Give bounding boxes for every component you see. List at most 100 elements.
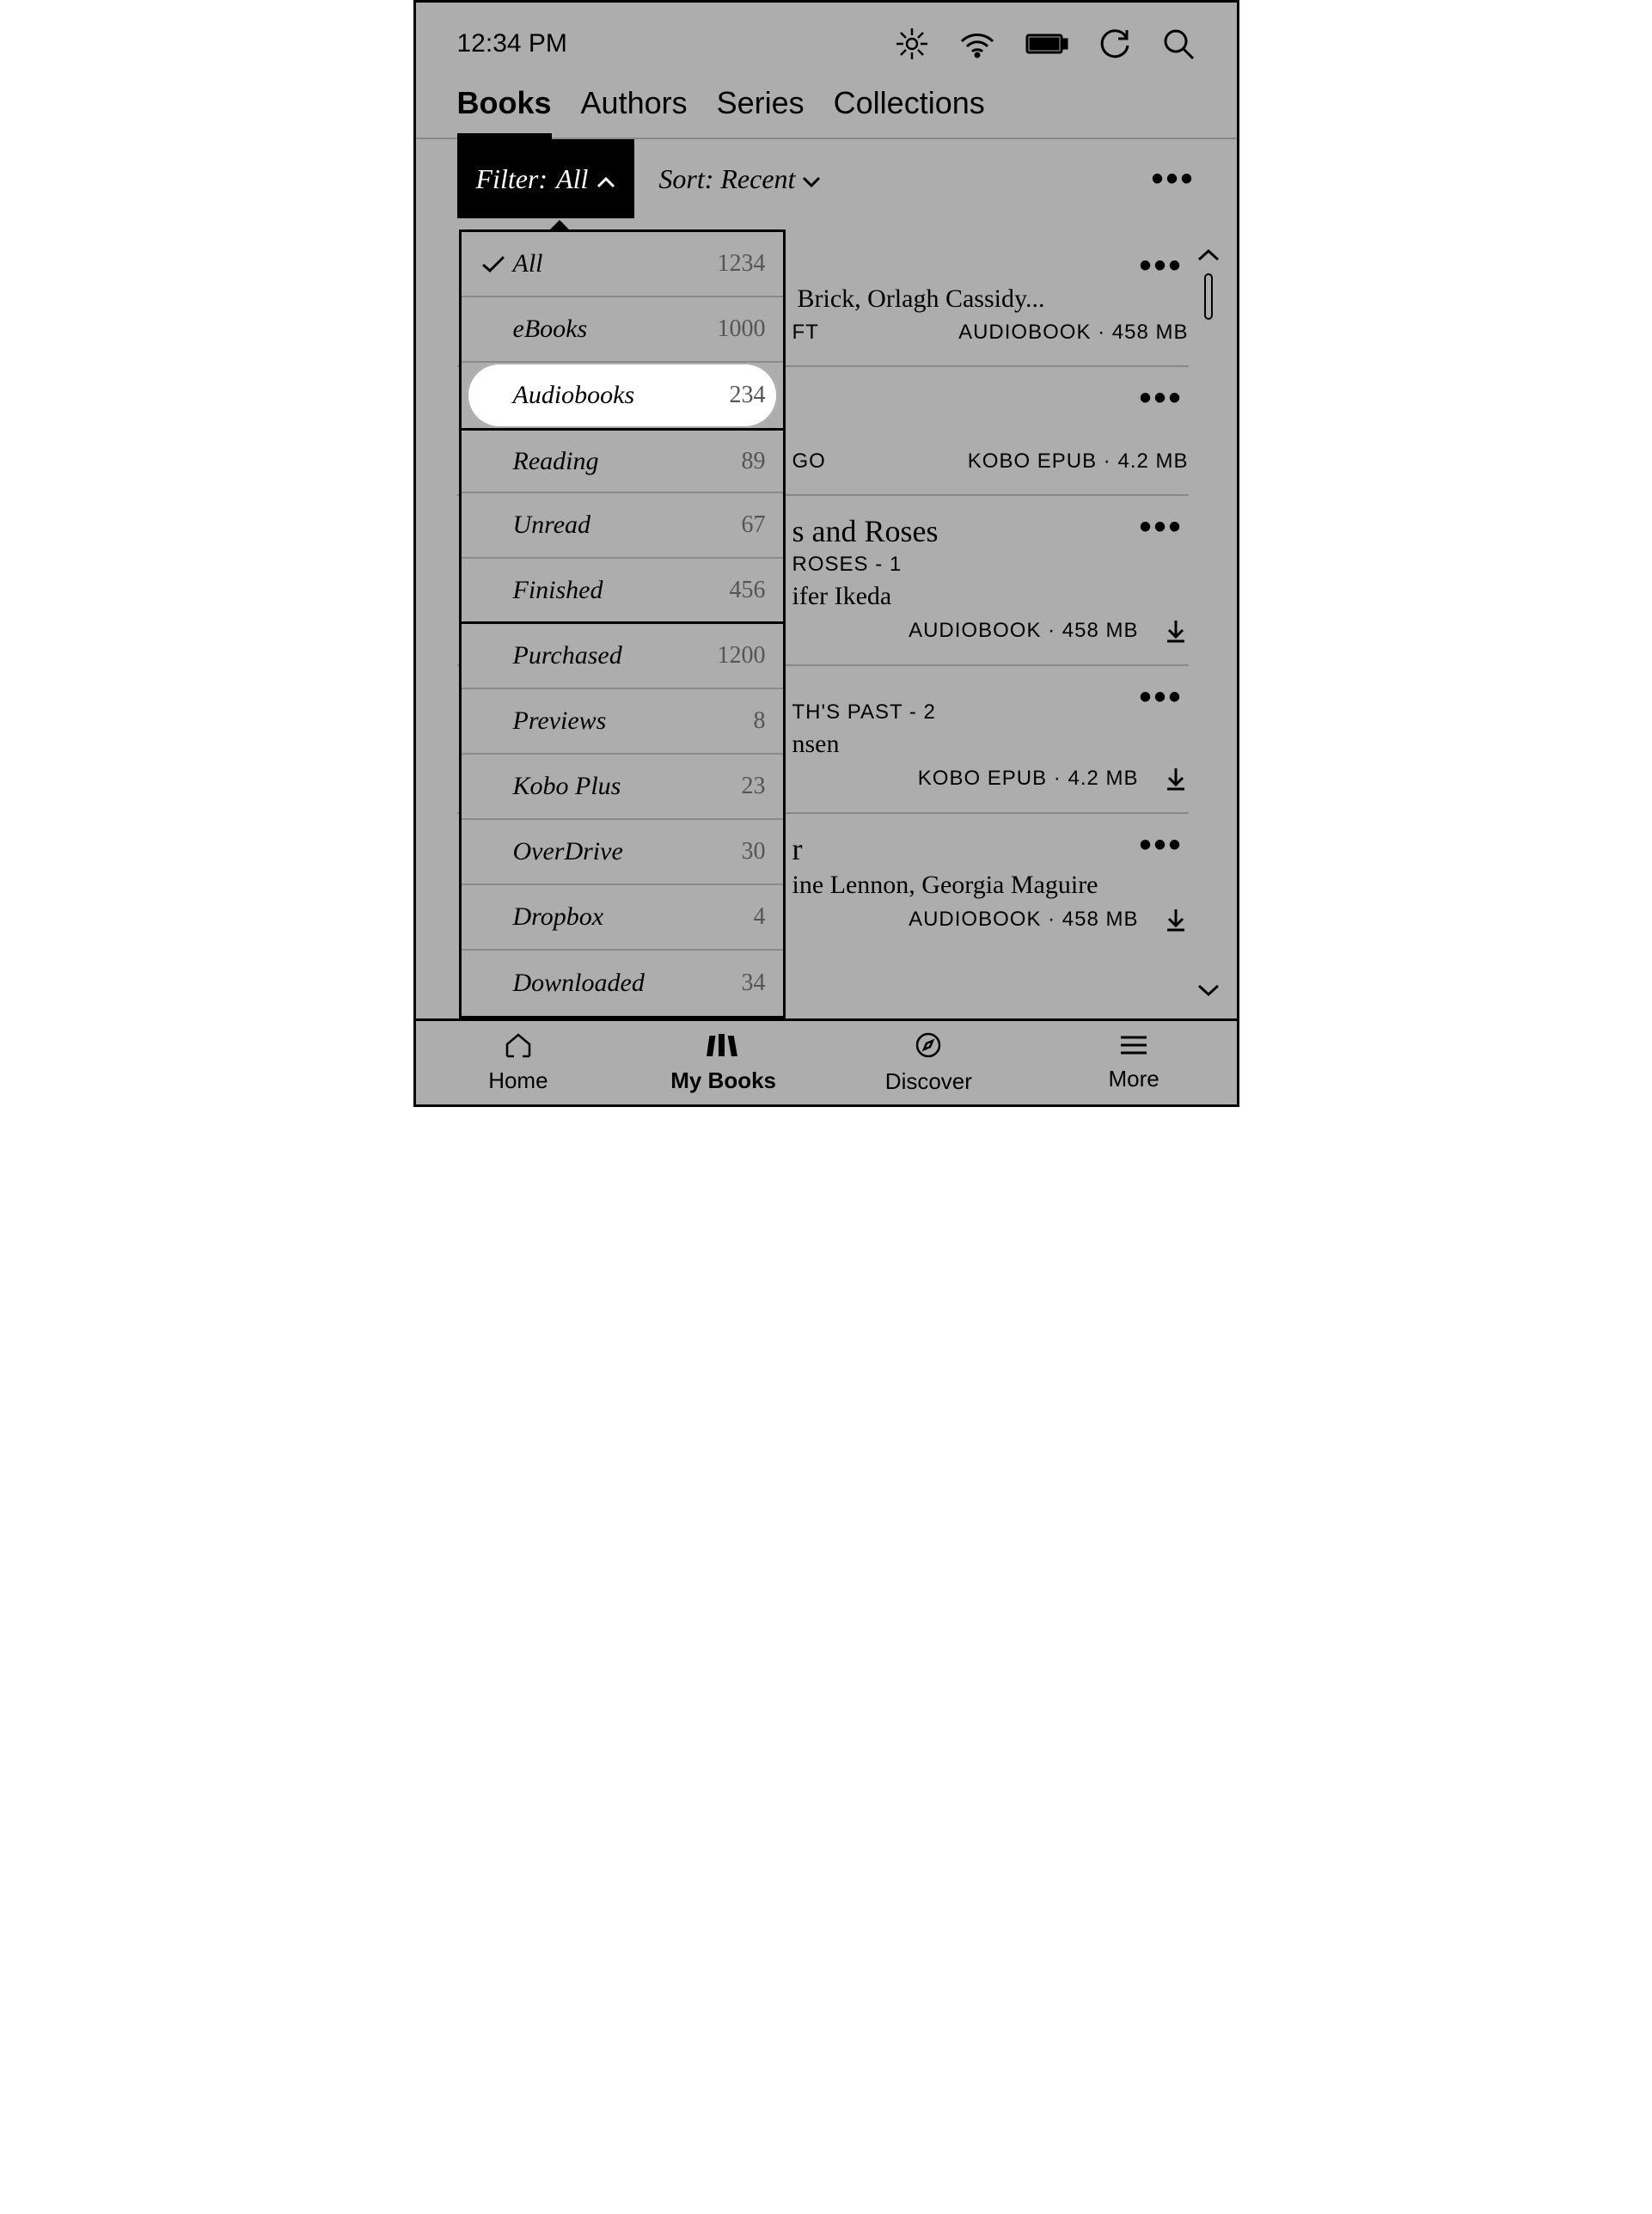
nav-label: More xyxy=(1109,1066,1159,1092)
filter-prefix: Filter: xyxy=(476,163,548,195)
row-title: r xyxy=(792,831,1189,867)
scroll-thumb[interactable] xyxy=(1204,273,1213,320)
check-icon xyxy=(474,254,513,274)
toolbar-more-button[interactable]: ••• xyxy=(1151,160,1195,199)
filter-option-label: Audiobooks xyxy=(513,381,730,410)
sort-value: Recent xyxy=(720,163,795,195)
library-tabs: Books Authors Series Collections xyxy=(416,76,1237,139)
row-title: s and Roses xyxy=(792,513,1189,549)
filter-option-finished[interactable]: Finished456 xyxy=(462,559,783,624)
chevron-down-icon xyxy=(802,163,821,195)
tab-books[interactable]: Books xyxy=(457,85,552,139)
tab-collections[interactable]: Collections xyxy=(834,85,985,138)
sort-prefix: Sort: xyxy=(658,163,713,195)
status-bar: 12:34 PM xyxy=(416,3,1237,76)
filter-option-count: 89 xyxy=(742,448,766,475)
row-right-meta: AUDIOBOOK · 458 MB xyxy=(909,619,1138,643)
chevron-up-icon xyxy=(597,163,615,195)
filter-option-dropbox[interactable]: Dropbox4 xyxy=(462,885,783,951)
tab-series[interactable]: Series xyxy=(717,85,805,138)
row-left-meta: FT xyxy=(792,321,819,345)
sort-button[interactable]: Sort: Recent xyxy=(658,163,821,195)
row-author: ifer Ikeda xyxy=(792,582,1189,611)
row-series: ROSES - 1 xyxy=(792,553,1189,577)
books-icon xyxy=(707,1032,741,1064)
filter-option-previews[interactable]: Previews8 xyxy=(462,689,783,755)
filter-option-label: Dropbox xyxy=(513,902,754,932)
menu-icon xyxy=(1119,1034,1148,1062)
scrollbar[interactable] xyxy=(1196,248,1221,1001)
filter-option-label: Purchased xyxy=(513,641,718,670)
filter-value: All xyxy=(556,163,588,195)
filter-option-count: 234 xyxy=(730,382,766,409)
battery-icon xyxy=(1025,32,1068,56)
app-frame: 12:34 PM xyxy=(413,0,1239,1107)
download-icon[interactable] xyxy=(1163,618,1189,644)
chevron-down-icon[interactable] xyxy=(1197,983,1220,1001)
filter-option-label: All xyxy=(513,249,718,278)
nav-label: Discover xyxy=(885,1068,972,1095)
download-icon[interactable] xyxy=(1163,907,1189,933)
filter-option-audiobooks[interactable]: Audiobooks234 xyxy=(467,363,778,428)
filter-option-kobo-plus[interactable]: Kobo Plus23 xyxy=(462,755,783,820)
filter-option-ebooks[interactable]: eBooks1000 xyxy=(462,297,783,363)
row-more-button[interactable]: ••• xyxy=(1139,379,1183,418)
filter-option-count: 1234 xyxy=(718,250,766,278)
filter-option-downloaded[interactable]: Downloaded34 xyxy=(462,951,783,1016)
download-icon[interactable] xyxy=(1163,766,1189,792)
filter-option-count: 67 xyxy=(742,511,766,539)
filter-option-label: Unread xyxy=(513,511,742,540)
row-right-meta: AUDIOBOOK · 458 MB xyxy=(909,908,1138,932)
brightness-icon[interactable] xyxy=(895,27,929,61)
filter-option-label: Reading xyxy=(513,447,742,476)
nav-label: Home xyxy=(488,1067,548,1094)
row-more-button[interactable]: ••• xyxy=(1139,247,1183,285)
row-author: Brick, Orlagh Cassidy... xyxy=(798,284,1189,314)
compass-icon xyxy=(915,1031,942,1065)
filter-option-label: Previews xyxy=(513,706,754,736)
filter-option-count: 30 xyxy=(742,838,766,865)
search-icon[interactable] xyxy=(1161,27,1196,61)
row-right-meta: AUDIOBOOK · 458 MB xyxy=(958,321,1188,345)
filter-option-label: Kobo Plus xyxy=(513,772,742,801)
home-icon xyxy=(504,1032,533,1064)
nav-my-books[interactable]: My Books xyxy=(621,1021,826,1104)
row-left-meta: GO xyxy=(792,450,826,474)
list-toolbar: Filter: All Sort: Recent ••• xyxy=(416,139,1237,218)
bottom-nav: Home My Books Discover More xyxy=(416,1018,1237,1104)
filter-option-overdrive[interactable]: OverDrive30 xyxy=(462,820,783,885)
filter-option-label: Downloaded xyxy=(513,969,742,998)
status-time: 12:34 PM xyxy=(457,29,567,58)
tab-authors[interactable]: Authors xyxy=(581,85,688,138)
row-right-meta: KOBO EPUB · 4.2 MB xyxy=(968,450,1189,474)
row-right-meta: KOBO EPUB · 4.2 MB xyxy=(918,767,1139,791)
filter-option-count: 4 xyxy=(754,903,766,931)
row-series: TH'S PAST - 2 xyxy=(792,700,1189,725)
row-author: nsen xyxy=(792,730,1189,759)
row-more-button[interactable]: ••• xyxy=(1139,508,1183,547)
filter-option-purchased[interactable]: Purchased1200 xyxy=(462,624,783,689)
filter-option-count: 23 xyxy=(742,773,766,800)
filter-option-count: 8 xyxy=(754,707,766,735)
nav-discover[interactable]: Discover xyxy=(826,1021,1031,1104)
filter-dropdown: All1234eBooks1000Audiobooks234Reading89U… xyxy=(459,229,786,1018)
sync-icon[interactable] xyxy=(1098,27,1132,61)
filter-option-count: 1000 xyxy=(718,315,766,343)
filter-option-label: OverDrive xyxy=(513,837,742,866)
wifi-icon[interactable] xyxy=(958,29,996,58)
filter-option-label: Finished xyxy=(513,576,730,605)
row-more-button[interactable]: ••• xyxy=(1139,826,1183,865)
filter-option-label: eBooks xyxy=(513,315,718,344)
filter-button[interactable]: Filter: All xyxy=(457,139,635,218)
nav-label: My Books xyxy=(670,1067,776,1094)
status-icons xyxy=(895,27,1196,61)
filter-option-reading[interactable]: Reading89 xyxy=(462,428,783,493)
filter-option-all[interactable]: All1234 xyxy=(462,232,783,297)
filter-option-count: 34 xyxy=(742,969,766,997)
row-more-button[interactable]: ••• xyxy=(1139,678,1183,717)
nav-more[interactable]: More xyxy=(1031,1021,1237,1104)
row-author: ine Lennon, Georgia Maguire xyxy=(792,871,1189,900)
filter-option-unread[interactable]: Unread67 xyxy=(462,493,783,559)
chevron-up-icon[interactable] xyxy=(1197,248,1220,266)
nav-home[interactable]: Home xyxy=(416,1021,621,1104)
